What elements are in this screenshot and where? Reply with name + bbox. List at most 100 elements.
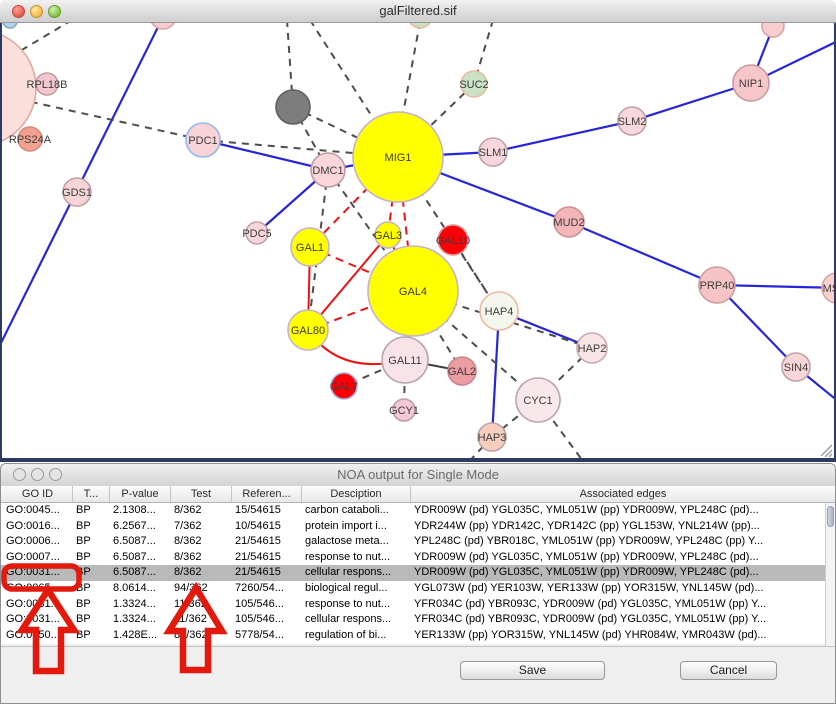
- table-row[interactable]: GO:0006...BP6.5087...8/36221/54615galact…: [1, 534, 827, 550]
- column-header-goid[interactable]: GO ID: [3, 486, 73, 502]
- table-row[interactable]: GO:0065...BP8.0614...94/3627260/54...bio…: [1, 581, 827, 597]
- cell-test: 11/362: [171, 597, 232, 613]
- cell-reference: 21/54615: [232, 550, 302, 566]
- table-row[interactable]: GO:0016...BP6.2567...7/36210/54615protei…: [1, 519, 827, 535]
- node-GAL7[interactable]: GAL7: [330, 373, 358, 399]
- node-circle: [733, 65, 769, 101]
- network-canvas[interactable]: RPL18BRPS24AGDS1PDC1PDC5SUC2DMC1MIG1SLM1…: [0, 0, 836, 462]
- cell-go_id: GO:0007...: [3, 550, 73, 566]
- node-circle: [246, 222, 268, 244]
- node-MIG1[interactable]: MIG1: [353, 112, 443, 202]
- cell-go_id: GO:0065...: [3, 581, 73, 597]
- table-row[interactable]: GO:0007...BP6.5087...8/36221/54615respon…: [1, 550, 827, 566]
- node-GAL1[interactable]: GAL1: [291, 228, 329, 266]
- node-MUD2[interactable]: MUD2: [553, 207, 584, 237]
- node-circle: [438, 225, 468, 255]
- node-HAP2[interactable]: HAP2: [577, 333, 607, 363]
- network-titlebar[interactable]: galFiltered.sif: [0, 0, 836, 23]
- cell-p_value: 8.0614...: [110, 581, 171, 597]
- cell-reference: 15/54615: [232, 503, 302, 519]
- cell-test: 11/362: [171, 612, 232, 628]
- cell-test: 80/362: [171, 628, 232, 644]
- cell-associated_edges: YDR244W (pp) YDR142C, YDR142C (pp) YGL15…: [411, 519, 827, 535]
- column-header-referen[interactable]: Referen...: [232, 486, 302, 502]
- screen: RPL18BRPS24AGDS1PDC1PDC5SUC2DMC1MIG1SLM1…: [0, 0, 836, 704]
- column-header-pvalue[interactable]: P-value: [110, 486, 171, 502]
- node-GAL80[interactable]: GAL80: [288, 310, 328, 350]
- node-HAP4[interactable]: HAP4: [480, 292, 518, 330]
- cell-reference: 10/54615: [232, 519, 302, 535]
- node-circle: [448, 357, 476, 385]
- node-HAP3[interactable]: HAP3: [478, 423, 507, 451]
- node-circle: [36, 73, 58, 95]
- node-GAL3[interactable]: GAL3: [374, 222, 402, 248]
- column-header-associatededges[interactable]: Associated edges: [411, 486, 835, 502]
- node-circle: [699, 267, 735, 303]
- node-DMC1[interactable]: DMC1: [311, 153, 345, 187]
- vertical-scrollbar[interactable]: [825, 503, 835, 646]
- table-row[interactable]: GO:0031...BP1.3324...11/362105/546...cel…: [1, 612, 827, 628]
- cell-type: BP: [73, 550, 110, 566]
- node-circle: [375, 222, 401, 248]
- table-row[interactable]: GO:0045...BP2.1308...8/36215/54615carbon…: [1, 503, 827, 519]
- noa-titlebar[interactable]: NOA output for Single Mode: [1, 464, 835, 487]
- node-circle: [291, 228, 329, 266]
- node-circle: [516, 378, 560, 422]
- node-SIN4[interactable]: SIN4: [782, 353, 810, 381]
- table-row[interactable]: GO:0031...BP1.3324...11/362105/546...res…: [1, 597, 827, 613]
- cell-p_value: 6.2567...: [110, 519, 171, 535]
- node-circle: [782, 353, 810, 381]
- cell-test: 94/362: [171, 581, 232, 597]
- node-GDS1[interactable]: GDS1: [62, 178, 92, 206]
- cell-go_id: GO:0031...: [3, 597, 73, 613]
- node-GAL11[interactable]: GAL11: [382, 337, 428, 383]
- cell-associated_edges: YDR009W (pd) YGL035C, YML051W (pp) YDR00…: [411, 503, 827, 519]
- cell-test: 8/362: [171, 550, 232, 566]
- cancel-button[interactable]: Cancel: [680, 661, 777, 680]
- node-PDC1[interactable]: PDC1: [186, 123, 220, 157]
- table-header: GO IDT...P-valueTestReferen...Desciption…: [1, 486, 835, 503]
- node-GAL2[interactable]: GAL2: [448, 357, 476, 385]
- scrollbar-thumb[interactable]: [827, 506, 834, 527]
- column-header-desciption[interactable]: Desciption: [302, 486, 411, 502]
- table-body: GO:0045...BP2.1308...8/36215/54615carbon…: [1, 503, 827, 644]
- cell-associated_edges: YPL248C (pd) YBR018C, YML051W (pp) YDR00…: [411, 534, 827, 550]
- cell-p_value: 6.5087...: [110, 565, 171, 581]
- cell-associated_edges: YFR034C (pd) YBR093C, YDR009W (pd) YGL03…: [411, 612, 827, 628]
- cell-reference: 105/546...: [232, 597, 302, 613]
- cell-p_value: 1.428E...: [110, 628, 171, 644]
- cell-p_value: 1.3324...: [110, 612, 171, 628]
- network-window-title: galFiltered.sif: [0, 3, 836, 18]
- cell-type: BP: [73, 565, 110, 581]
- node-CYC1[interactable]: CYC1: [516, 378, 560, 422]
- column-header-test[interactable]: Test: [171, 486, 232, 502]
- node-GAL4[interactable]: GAL4: [368, 246, 458, 336]
- node-circle: [461, 71, 487, 97]
- node-gray-node[interactable]: [276, 90, 310, 124]
- node-SLM1[interactable]: SLM1: [479, 138, 508, 166]
- node-SUC2[interactable]: SUC2: [459, 71, 488, 97]
- node-circle: [311, 153, 345, 187]
- cell-desciption: cellular respons...: [302, 565, 411, 581]
- cell-type: BP: [73, 503, 110, 519]
- table-row-selected[interactable]: GO:0031...BP6.5087...8/36221/54615cellul…: [1, 565, 827, 581]
- node-circle: [276, 90, 310, 124]
- column-header-t[interactable]: T...: [73, 486, 110, 502]
- cell-p_value: 6.5087...: [110, 550, 171, 566]
- node-NIP1[interactable]: NIP1: [733, 65, 769, 101]
- cell-desciption: galactose meta...: [302, 534, 411, 550]
- cell-go_id: GO:0050...: [3, 628, 73, 644]
- table-row[interactable]: GO:0050...BP1.428E...80/3625778/54...reg…: [1, 628, 827, 644]
- cell-p_value: 2.1308...: [110, 503, 171, 519]
- cell-p_value: 1.3324...: [110, 597, 171, 613]
- node-circle: [577, 333, 607, 363]
- node-circle: [393, 399, 415, 421]
- cell-go_id: GO:0016...: [3, 519, 73, 535]
- cell-type: BP: [73, 534, 110, 550]
- node-PRP40[interactable]: PRP40: [699, 267, 735, 303]
- cell-desciption: biological regul...: [302, 581, 411, 597]
- save-button[interactable]: Save: [460, 661, 605, 680]
- cell-type: BP: [73, 581, 110, 597]
- cell-type: BP: [73, 519, 110, 535]
- node-SLM2[interactable]: SLM2: [618, 107, 647, 135]
